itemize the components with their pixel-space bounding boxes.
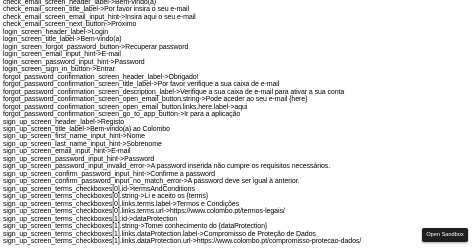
translation-line: forgot_password_confirmation_screen_open…	[3, 103, 248, 111]
translation-line: sign_up_screen_title_label->Bem-vindo(a)…	[3, 125, 170, 133]
translation-line: sign_up_screen_password_input_hint->Pass…	[3, 155, 155, 163]
translation-line: login_screen_password_input_hint->Passwo…	[3, 58, 145, 66]
translation-line: sign_up_screen_header_label->Registo	[3, 118, 125, 126]
translation-line: forgot_password_confirmation_screen_titl…	[3, 81, 280, 89]
translation-line: sign_up_screen_email_input_hint->E-mail	[3, 148, 131, 156]
translation-line: forgot_password_confirmation_screen_open…	[3, 96, 308, 104]
translation-line: sign_up_screen_terms_checkboxes[0].links…	[3, 200, 240, 208]
translation-line: sign_up_screen_terms_checkboxes[1].links…	[3, 238, 362, 245]
translation-line: login_screen_forgot_password_button->Rec…	[3, 43, 189, 51]
translation-lines: check_email_screen_header_label->Bem-vin…	[3, 0, 361, 245]
translation-line: sign_up_screen_terms_checkboxes[1].strin…	[3, 223, 268, 231]
translation-line: sign_up_screen_last_name_input_hint->Sob…	[3, 140, 162, 148]
translation-line: check_email_screen_title_label->Por favo…	[3, 6, 189, 14]
translation-line: check_email_screen_email_input_hint->Ins…	[3, 13, 196, 21]
open-sandbox-button[interactable]: Open Sandbox	[422, 228, 468, 242]
translation-line: sign_up_screen_terms_checkboxes[0].strin…	[3, 193, 209, 201]
translation-line: sign_up_screen_terms_checkboxes[1].links…	[3, 230, 316, 238]
translation-line: sign_up_screen_terms_checkboxes[1].id->d…	[3, 215, 178, 223]
translation-line: sign_up_screen_confirm_password_input_hi…	[3, 170, 215, 178]
translation-line: sign_up_screen_confirm_password_input_no…	[3, 178, 300, 186]
translation-line: login_screen_title_label->Bem-vindo(a)	[3, 36, 122, 44]
translation-line: sign_up_screen_password_input_invalid_er…	[3, 163, 331, 171]
translation-line: forgot_password_confirmation_screen_desc…	[3, 88, 345, 96]
translation-line: sign_up_screen_terms_checkboxes[0].links…	[3, 208, 285, 216]
translation-line: login_screen_sign_in_button->Entrar	[3, 66, 115, 74]
translation-line: forgot_password_confirmation_screen_go_t…	[3, 111, 241, 119]
translation-line: login_screen_header_label->Login	[3, 28, 109, 36]
translation-line: sign_up_screen_first_name_input_hint->No…	[3, 133, 145, 141]
translation-line: forgot_password_confirmation_screen_head…	[3, 73, 199, 81]
translation-line: sign_up_screen_terms_checkboxes[0].id->t…	[3, 185, 195, 193]
translation-line: check_email_screen_next_button->Próximo	[3, 21, 137, 29]
translation-line: login_screen_email_input_hint->E-mail	[3, 51, 121, 59]
